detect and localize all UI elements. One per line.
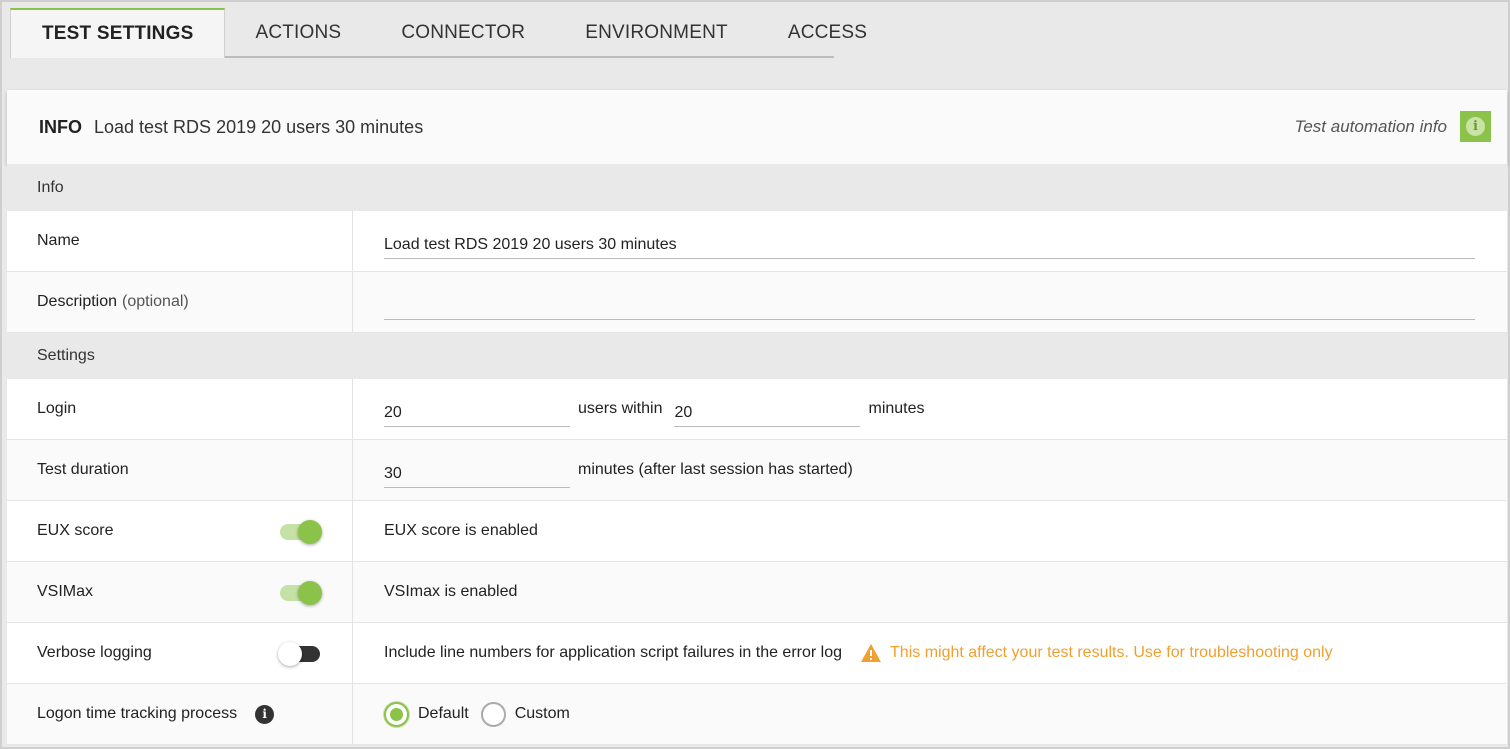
vsimax-status: VSImax is enabled bbox=[384, 583, 518, 600]
automation-info-label: Test automation info bbox=[1294, 116, 1447, 136]
tab-bar: TEST SETTINGS ACTIONS CONNECTOR ENVIRONM… bbox=[10, 8, 897, 58]
info-title: INFO bbox=[39, 116, 82, 137]
eux-score-label: EUX score bbox=[7, 501, 353, 561]
radio-default-label: Default bbox=[418, 705, 469, 722]
tab-test-settings[interactable]: TEST SETTINGS bbox=[10, 8, 226, 58]
minutes-text: minutes bbox=[868, 400, 925, 417]
login-minutes-input[interactable] bbox=[674, 391, 861, 427]
eux-score-toggle[interactable] bbox=[280, 520, 322, 544]
eux-score-status: EUX score is enabled bbox=[384, 522, 538, 539]
verbose-logging-label: Verbose logging bbox=[7, 623, 353, 683]
warning-icon bbox=[861, 644, 882, 662]
login-users-input[interactable] bbox=[384, 391, 570, 427]
row-description: Description (optional) bbox=[7, 272, 1507, 333]
description-label: Description (optional) bbox=[7, 272, 353, 332]
verbose-logging-description: Include line numbers for application scr… bbox=[384, 644, 843, 661]
row-login: Login users within minutes bbox=[7, 379, 1507, 440]
section-settings: Settings bbox=[7, 333, 1507, 379]
automation-info: Test automation info i bbox=[1295, 111, 1491, 142]
row-logon-tracking: Logon time tracking process i Default Cu… bbox=[7, 684, 1507, 745]
vsimax-label: VSIMax bbox=[7, 562, 353, 622]
radio-custom[interactable]: Custom bbox=[480, 701, 570, 727]
radio-default[interactable]: Default bbox=[384, 701, 469, 727]
optional-label: (optional) bbox=[122, 293, 189, 310]
verbose-logging-warning: This might affect your test results. Use… bbox=[890, 644, 1333, 661]
tab-connector[interactable]: CONNECTOR bbox=[371, 8, 555, 57]
description-input[interactable] bbox=[384, 284, 1475, 320]
test-name-heading: Load test RDS 2019 20 users 30 minutes bbox=[94, 116, 424, 137]
users-within-text: users within bbox=[578, 400, 663, 417]
tab-actions[interactable]: ACTIONS bbox=[225, 8, 371, 57]
info-icon: i bbox=[1466, 117, 1485, 136]
info-button[interactable]: i bbox=[1460, 111, 1491, 142]
row-eux-score: EUX score EUX score is enabled bbox=[7, 501, 1507, 562]
section-info: Info bbox=[7, 164, 1507, 211]
tab-environment[interactable]: ENVIRONMENT bbox=[555, 8, 758, 57]
logon-tracking-label: Logon time tracking process i bbox=[7, 684, 353, 744]
row-test-duration: Test duration minutes (after last sessio… bbox=[7, 440, 1507, 501]
test-duration-label: Test duration bbox=[7, 440, 353, 500]
row-name: Name bbox=[7, 211, 1507, 272]
login-label: Login bbox=[7, 379, 353, 439]
name-input[interactable] bbox=[384, 223, 1475, 259]
duration-suffix-text: minutes (after last session has started) bbox=[578, 461, 853, 478]
name-label: Name bbox=[7, 211, 353, 271]
help-info-icon[interactable]: i bbox=[255, 704, 275, 724]
tab-access[interactable]: ACCESS bbox=[758, 8, 897, 57]
info-header: INFO Load test RDS 2019 20 users 30 minu… bbox=[7, 90, 1507, 164]
test-duration-input[interactable] bbox=[384, 452, 570, 488]
settings-form: Info Name Description(optional) Settings… bbox=[7, 164, 1507, 745]
row-vsimax: VSIMax VSImax is enabled bbox=[7, 562, 1507, 623]
vsimax-toggle[interactable] bbox=[280, 581, 322, 605]
app-frame: TEST SETTINGS ACTIONS CONNECTOR ENVIRONM… bbox=[0, 0, 1510, 749]
radio-custom-label: Custom bbox=[514, 705, 570, 722]
verbose-logging-toggle[interactable] bbox=[278, 642, 322, 666]
row-verbose-logging: Verbose logging Include line numbers for… bbox=[7, 623, 1507, 684]
